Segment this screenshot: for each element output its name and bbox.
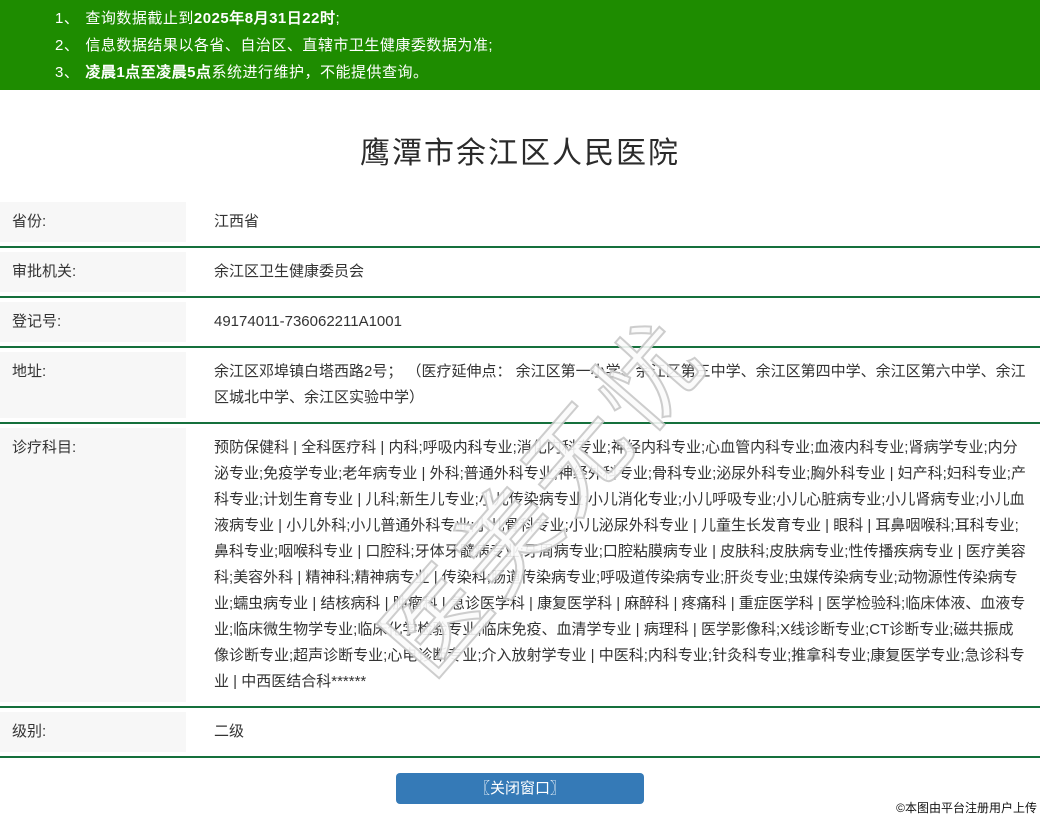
level-label: 级别: [0, 708, 186, 756]
medical-subjects-value: 预防保健科 | 全科医疗科 | 内科;呼吸内科专业;消化内科专业;神经内科专业;… [186, 424, 1040, 706]
button-area: 〖关闭窗口〗 [0, 773, 1040, 804]
approval-authority-value: 余江区卫生健康委员会 [186, 248, 1040, 296]
notice-banner: 1、查询数据截止到2025年8月31日22时; 2、信息数据结果以各省、自治区、… [0, 0, 1040, 90]
table-row-approval-authority: 审批机关: 余江区卫生健康委员会 [0, 248, 1040, 298]
notice-line-3: 3、凌晨1点至凌晨5点系统进行维护，不能提供查询。 [55, 59, 1040, 86]
registration-number-label: 登记号: [0, 298, 186, 346]
notice-line-1: 1、查询数据截止到2025年8月31日22时; [55, 5, 1040, 32]
notice-1-text: 查询数据截止到 [85, 10, 194, 27]
medical-subjects-label: 诊疗科目: [0, 424, 186, 706]
province-value: 江西省 [186, 198, 1040, 246]
province-label: 省份: [0, 198, 186, 246]
notice-1-bold: 2025年8月31日22时 [194, 10, 336, 27]
hospital-info-table: 省份: 江西省 审批机关: 余江区卫生健康委员会 登记号: 49174011-7… [0, 198, 1040, 758]
notice-2-number: 2、 [55, 37, 79, 54]
address-label: 地址: [0, 348, 186, 422]
registration-number-value: 49174011-736062211A1001 [186, 298, 1040, 346]
close-window-button[interactable]: 〖关闭窗口〗 [396, 773, 644, 804]
table-row-medical-subjects: 诊疗科目: 预防保健科 | 全科医疗科 | 内科;呼吸内科专业;消化内科专业;神… [0, 424, 1040, 708]
address-value: 余江区邓埠镇白塔西路2号； （医疗延伸点： 余江区第一小学、余江区第三中学、余江… [186, 348, 1040, 422]
notice-3-suffix: 系统进行维护，不能提供查询。 [212, 64, 429, 81]
table-row-address: 地址: 余江区邓埠镇白塔西路2号； （医疗延伸点： 余江区第一小学、余江区第三中… [0, 348, 1040, 424]
table-row-province: 省份: 江西省 [0, 198, 1040, 248]
notice-3-bold: 凌晨1点至凌晨5点 [85, 64, 211, 81]
image-credit-text: ©本图由平台注册用户上传 [896, 799, 1037, 816]
page-title: 鹰潭市余江区人民医院 [0, 128, 1040, 172]
notice-1-suffix: ; [335, 10, 340, 27]
notice-3-number: 3、 [55, 64, 79, 81]
table-row-registration-number: 登记号: 49174011-736062211A1001 [0, 298, 1040, 348]
approval-authority-label: 审批机关: [0, 248, 186, 296]
level-value: 二级 [186, 708, 1040, 756]
notice-1-number: 1、 [55, 10, 79, 27]
table-row-level: 级别: 二级 [0, 708, 1040, 758]
notice-line-2: 2、信息数据结果以各省、自治区、直辖市卫生健康委数据为准; [55, 32, 1040, 59]
notice-2-text: 信息数据结果以各省、自治区、直辖市卫生健康委数据为准; [85, 37, 493, 54]
